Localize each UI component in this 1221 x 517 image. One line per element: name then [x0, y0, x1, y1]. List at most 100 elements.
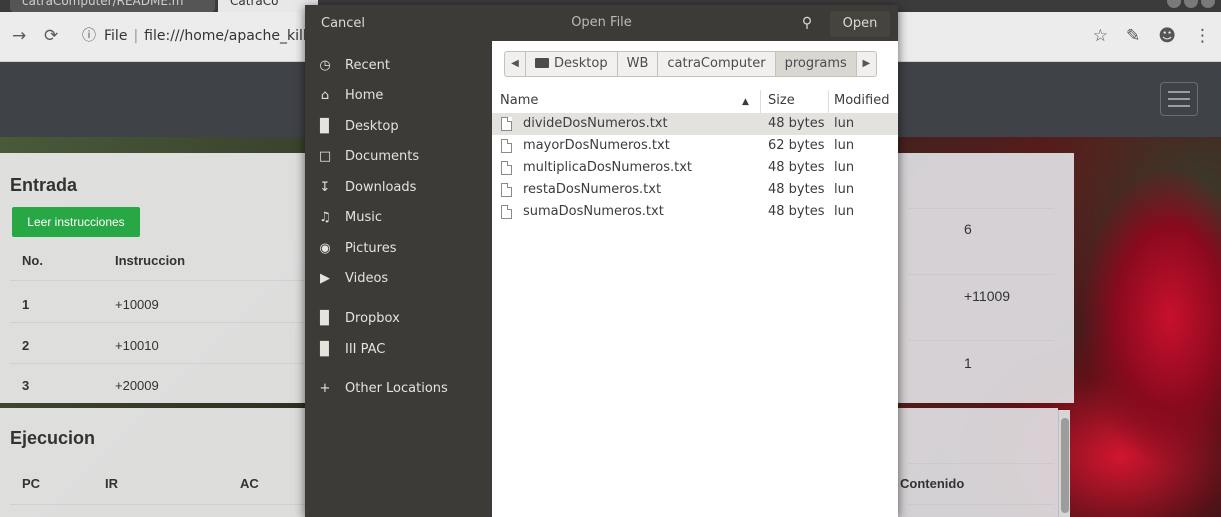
extension-icon[interactable]: ✎ [1126, 26, 1140, 46]
forward-icon[interactable]: → [12, 26, 26, 46]
sidebar-item-home[interactable]: ⌂ Home [305, 81, 492, 109]
dialog-header: Cancel Open File ⚲ Open [305, 5, 898, 41]
path-segment-label: catraComputer [667, 56, 766, 71]
file-size: 48 bytes [768, 160, 825, 175]
table-cell-instruccion: +10010 [115, 338, 159, 353]
sidebar-item-iii-pac[interactable]: ▉ III PAC [305, 335, 492, 363]
sidebar-item-dropbox[interactable]: ▉ Dropbox [305, 304, 492, 332]
ejecucion-card [0, 408, 305, 517]
file-modified: lun [834, 182, 855, 197]
column-header-no: No. [22, 253, 43, 268]
column-header-label: Modified [834, 93, 890, 108]
sidebar-item-desktop[interactable]: ▉ Desktop [305, 112, 492, 140]
file-row[interactable]: restaDosNumeros.txt 48 bytes lun [492, 179, 898, 201]
column-header-ac: AC [240, 476, 259, 491]
maximize-button[interactable] [1184, 0, 1198, 8]
file-row[interactable]: multiplicaDosNumeros.txt 48 bytes lun [492, 157, 898, 179]
camera-icon: ◉ [319, 240, 331, 256]
profile-icon[interactable]: ☻ [1158, 26, 1176, 46]
video-icon: ▶ [320, 270, 330, 286]
hamburger-menu-icon[interactable] [1160, 82, 1198, 116]
leer-instrucciones-button[interactable]: Leer instrucciones [12, 207, 140, 237]
scrollbar-thumb[interactable] [1061, 418, 1069, 513]
file-modified: lun [834, 160, 855, 175]
file-size: 62 bytes [768, 138, 825, 153]
column-header-ir: IR [105, 476, 118, 491]
sidebar-item-label: Home [345, 87, 384, 103]
plus-icon: + [319, 380, 331, 396]
path-segment-programs[interactable]: programs [774, 52, 856, 76]
file-modified: lun [834, 204, 855, 219]
browser-tab-active[interactable]: CatraCo [218, 0, 318, 12]
document-icon: □ [318, 148, 332, 164]
path-segment-label: Desktop [554, 56, 608, 71]
sidebar-item-label: Other Locations [345, 380, 448, 396]
column-header-modified[interactable]: Modified [834, 93, 889, 113]
sidebar-item-label: Downloads [345, 179, 417, 195]
vertical-scrollbar[interactable] [1058, 410, 1070, 517]
path-forward-arrow-icon[interactable]: ▶ [855, 52, 876, 76]
info-icon[interactable]: ⓘ [82, 28, 96, 44]
tab-title: catraComputer/README.m [22, 0, 184, 8]
column-header-name[interactable]: Name [500, 93, 538, 113]
column-header-size[interactable]: Size [768, 93, 795, 113]
sidebar-item-music[interactable]: ♫ Music [305, 203, 492, 231]
table-divider [908, 274, 1054, 275]
memory-value: +11009 [964, 288, 1011, 304]
browser-tab[interactable]: catraComputer/README.m [10, 0, 215, 12]
sidebar-item-label: Music [345, 209, 382, 225]
memory-value: 1 [964, 355, 972, 371]
entrada-title: Entrada [10, 175, 78, 195]
table-divider [10, 504, 305, 505]
file-modified: lun [834, 138, 855, 153]
reload-icon[interactable]: ⟳ [44, 26, 58, 46]
file-browser-pane: ◀ Desktop WB catraComputer programs ▶ Na… [492, 41, 898, 517]
folder-icon: ▉ [320, 310, 330, 326]
file-name: multiplicaDosNumeros.txt [523, 160, 692, 175]
url-text: file:///home/apache_killer [144, 28, 322, 44]
minimize-button[interactable] [1167, 0, 1181, 8]
sidebar-item-label: Recent [345, 57, 390, 73]
open-button[interactable]: Open [830, 11, 890, 37]
path-segment-catracomputer[interactable]: catraComputer [657, 52, 774, 76]
sidebar-item-other-locations[interactable]: + Other Locations [305, 374, 492, 402]
memory-value: 6 [964, 221, 972, 237]
file-row[interactable]: sumaDosNumeros.txt 48 bytes lun [492, 201, 898, 223]
path-segment-desktop[interactable]: Desktop [525, 52, 617, 76]
close-button[interactable] [1201, 0, 1215, 8]
table-divider [908, 504, 1054, 505]
bookmark-star-icon[interactable]: ☆ [1093, 26, 1108, 46]
file-modified: lun [834, 116, 855, 131]
url-separator: | [133, 28, 139, 44]
table-divider [908, 463, 1054, 464]
sidebar-item-recent[interactable]: ◷ Recent [305, 51, 492, 79]
toolbar-actions: ☆ ✎ ☻ ⋮ [1093, 26, 1211, 46]
file-icon [501, 139, 512, 153]
table-divider [908, 340, 1054, 341]
ejecucion-title: Ejecucion [10, 428, 96, 448]
file-size: 48 bytes [768, 116, 825, 131]
path-segment-wb[interactable]: WB [616, 52, 658, 76]
path-bar: ◀ Desktop WB catraComputer programs ▶ [504, 51, 877, 77]
sidebar-item-label: Dropbox [345, 310, 400, 326]
sidebar-item-pictures[interactable]: ◉ Pictures [305, 234, 492, 262]
file-icon [501, 117, 512, 131]
file-icon [501, 161, 512, 175]
column-divider [828, 90, 829, 114]
search-icon[interactable]: ⚲ [792, 11, 822, 35]
sidebar-item-videos[interactable]: ▶ Videos [305, 264, 492, 292]
file-row[interactable]: mayorDosNumeros.txt 62 bytes lun [492, 135, 898, 157]
folder-icon: ▉ [320, 118, 330, 134]
window-controls [1167, 0, 1215, 8]
path-back-arrow-icon[interactable]: ◀ [505, 52, 525, 76]
file-name: mayorDosNumeros.txt [523, 138, 670, 153]
places-sidebar: ◷ Recent ⌂ Home ▉ Desktop □ Documents ↧ … [305, 41, 492, 517]
home-icon: ⌂ [320, 87, 330, 103]
sidebar-item-documents[interactable]: □ Documents [305, 142, 492, 170]
file-size: 48 bytes [768, 182, 825, 197]
file-row[interactable]: divideDosNumeros.txt 48 bytes lun [492, 113, 898, 135]
file-icon [501, 205, 512, 219]
sidebar-item-downloads[interactable]: ↧ Downloads [305, 173, 492, 201]
menu-kebab-icon[interactable]: ⋮ [1194, 26, 1211, 46]
table-divider [10, 363, 305, 364]
